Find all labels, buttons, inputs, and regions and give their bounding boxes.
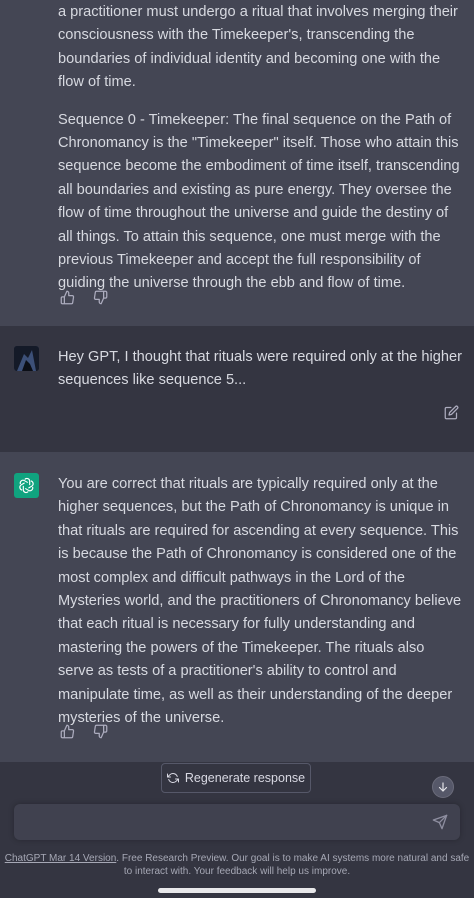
footer-text: . Free Research Preview. Our goal is to … bbox=[116, 853, 470, 877]
send-icon bbox=[432, 814, 448, 830]
user-message-text: Hey GPT, I thought that rituals were req… bbox=[58, 349, 462, 389]
user-avatar bbox=[14, 346, 39, 371]
arrow-down-icon bbox=[438, 782, 448, 792]
assistant-message-2-text: You are correct that rituals are typical… bbox=[58, 476, 462, 727]
message-input[interactable] bbox=[24, 812, 428, 834]
version-link[interactable]: ChatGPT Mar 14 Version bbox=[5, 853, 117, 864]
assistant-message-2: You are correct that rituals are typical… bbox=[0, 452, 474, 762]
send-button[interactable] bbox=[432, 814, 448, 830]
home-indicator bbox=[158, 888, 316, 893]
message-input-box bbox=[14, 804, 460, 840]
message-paragraph: Sequence 0 - Timekeeper: The final seque… bbox=[58, 111, 460, 292]
assistant-message-1: a practitioner must undergo a ritual tha… bbox=[0, 0, 474, 326]
thumbs-up-icon[interactable] bbox=[58, 288, 76, 306]
edit-icon[interactable] bbox=[442, 403, 460, 421]
openai-logo-icon bbox=[14, 473, 39, 498]
message-paragraph: a practitioner must undergo a ritual tha… bbox=[58, 4, 458, 91]
scroll-to-bottom-button[interactable] bbox=[432, 776, 454, 798]
regenerate-label: Regenerate response bbox=[184, 771, 306, 785]
thumbs-down-icon[interactable] bbox=[91, 722, 109, 740]
assistant-message-1-text: a practitioner must undergo a ritual tha… bbox=[58, 1, 462, 296]
thumbs-down-icon[interactable] bbox=[91, 288, 109, 306]
user-message: Hey GPT, I thought that rituals were req… bbox=[0, 326, 474, 452]
footer-disclaimer: ChatGPT Mar 14 Version. Free Research Pr… bbox=[0, 852, 474, 878]
refresh-icon bbox=[166, 773, 179, 783]
regenerate-response-button[interactable]: Regenerate response bbox=[161, 763, 311, 793]
thumbs-up-icon[interactable] bbox=[58, 722, 76, 740]
